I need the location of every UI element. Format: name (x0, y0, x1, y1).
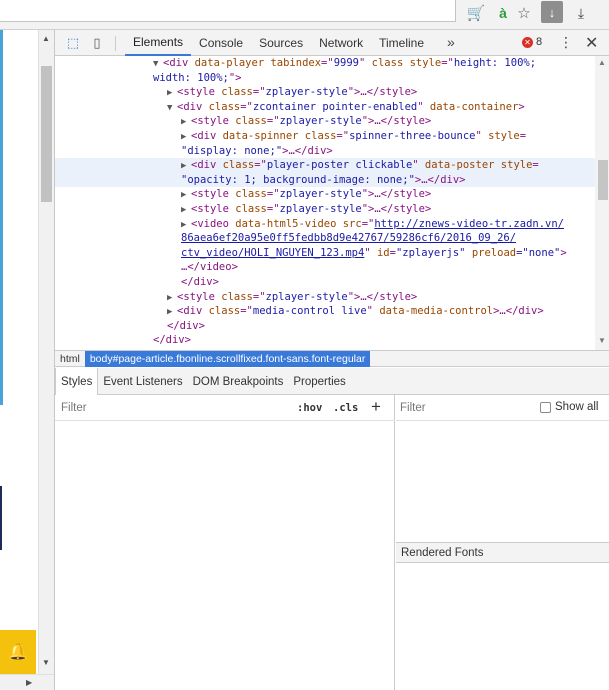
web-page-content: 🔔 (0, 30, 38, 690)
tree-node[interactable]: ▶ <video data-html5-video src="http://zne… (181, 217, 609, 233)
browser-toolbar: 🛒 à ☆ ↓ ⤓ (0, 0, 609, 30)
page-dark-line (0, 486, 2, 550)
computed-pane: Filter Show all Rendered Fonts (396, 395, 609, 690)
scroll-down-icon[interactable]: ▼ (42, 658, 50, 667)
toolbar-divider (115, 36, 116, 51)
page-scroll-thumb[interactable] (41, 66, 52, 202)
tab-console[interactable]: Console (191, 30, 251, 56)
tree-node[interactable]: ▶ <style class="zplayer-style">…</style> (181, 187, 609, 203)
collapse-triangle-icon[interactable]: ▼ (153, 57, 163, 72)
tree-node[interactable]: ▶ <style class="zplayer-style">…</style> (167, 290, 609, 306)
tab-timeline[interactable]: Timeline (371, 30, 432, 56)
aa-icon[interactable]: à (495, 3, 511, 23)
hover-state-button[interactable]: :hov (297, 402, 322, 414)
video-src-link[interactable]: http://znews-video-tr.zadn.vn/ (374, 218, 564, 230)
tree-node-highlighted[interactable]: ▶ <div class="player-poster clickable" da… (55, 158, 595, 174)
address-bar[interactable] (0, 0, 456, 22)
expand-triangle-icon[interactable]: ▶ (167, 291, 177, 306)
breadcrumb: html body#page-article.fbonline.scrollfi… (55, 350, 609, 367)
elements-tree[interactable]: ▼ <div data-player tabindex="9999" class … (55, 56, 609, 350)
tree-node-continuation: width: 100%;"> (153, 71, 242, 84)
tab-sources[interactable]: Sources (251, 30, 311, 56)
expand-triangle-icon[interactable]: ▶ (181, 159, 191, 174)
computed-filter-bar: Filter Show all (396, 395, 609, 421)
computed-filter-input[interactable]: Filter (400, 402, 426, 414)
elements-scrollbar[interactable]: ▲ ▼ (595, 56, 609, 350)
page-color-band (0, 30, 3, 405)
video-src-link[interactable]: ctv_video/HOLI_NGUYEN_123.mp4 (181, 247, 364, 259)
devtools-toolbar: ⬚ ▯ Elements Console Sources Network Tim… (55, 30, 609, 56)
class-toggle-button[interactable]: .cls (333, 402, 358, 414)
video-src-link[interactable]: 86aea6ef20a95e0ff5fedbb8d9e42767/59286cf… (181, 232, 516, 244)
tab-styles[interactable]: Styles (55, 368, 99, 395)
tree-node-continuation: ctv_video/HOLI_NGUYEN_123.mp4" id="zplay… (181, 246, 567, 259)
page-scrollbar[interactable]: ▲ ▼ (38, 30, 54, 690)
show-all-label: Show all (555, 401, 599, 413)
expand-triangle-icon[interactable]: ▶ (181, 203, 191, 218)
tab-elements[interactable]: Elements (125, 30, 192, 56)
sidebar-tabs: Styles Event Listeners DOM Breakpoints P… (55, 368, 609, 395)
tree-node[interactable]: ▶ <style class="zplayer-style">…</style> (181, 114, 609, 130)
tree-node-continuation: "opacity: 1; background-image: none;">…<… (55, 172, 595, 188)
tree-node-continuation: …</video> (181, 261, 238, 274)
close-icon[interactable]: ✕ (585, 33, 598, 53)
star-icon[interactable]: ☆ (515, 3, 533, 23)
show-all-checkbox[interactable]: Show all (540, 401, 598, 413)
device-toolbar-icon[interactable]: ▯ (89, 34, 105, 52)
devtools-tabs: Elements Console Sources Network Timelin… (125, 30, 432, 56)
tab-network[interactable]: Network (311, 30, 371, 56)
expand-triangle-icon[interactable]: ▶ (181, 218, 191, 233)
tree-node-continuation: 86aea6ef20a95e0ff5fedbb8d9e42767/59286cf… (181, 231, 609, 246)
tree-node-continuation: "display: none;">…</div> (181, 144, 333, 157)
kebab-menu-icon[interactable]: ⋮ (559, 34, 573, 51)
error-count: 8 (536, 36, 543, 48)
download-icon[interactable]: ⤓ (572, 3, 590, 23)
expand-triangle-icon[interactable]: ▶ (181, 188, 191, 203)
tab-properties[interactable]: Properties (288, 368, 350, 395)
tab-event-listeners[interactable]: Event Listeners (98, 368, 187, 395)
cart-icon[interactable]: 🛒 (466, 3, 486, 23)
expand-triangle-icon[interactable]: ▶ (181, 115, 191, 130)
tree-node-close: </div> (181, 276, 219, 288)
scroll-down-icon[interactable]: ▼ (598, 336, 606, 345)
styles-filter-input[interactable]: Filter (61, 402, 87, 414)
notification-bell-icon[interactable]: 🔔 (0, 630, 36, 674)
breadcrumb-body[interactable]: body#page-article.fbonline.scrollfixed.f… (84, 350, 371, 367)
inspect-element-icon[interactable]: ⬚ (65, 34, 81, 52)
rendered-fonts-header: Rendered Fonts (396, 542, 609, 563)
tab-dom-breakpoints[interactable]: DOM Breakpoints (188, 368, 289, 395)
error-icon: ✕ (522, 36, 533, 48)
breadcrumb-html[interactable]: html (55, 351, 85, 367)
tree-node[interactable]: ▶ <style class="zplayer-style">…</style> (181, 202, 609, 218)
scroll-right-icon[interactable]: ▶ (26, 678, 32, 687)
tree-node-close: </div> (167, 319, 205, 332)
tree-node[interactable]: ▶ <div data-spinner class="spinner-three-… (181, 129, 609, 145)
scroll-up-icon[interactable]: ▲ (42, 34, 50, 43)
scroll-up-icon[interactable]: ▲ (598, 58, 606, 67)
new-style-rule-button[interactable]: + (371, 397, 381, 417)
styles-filter-bar: Filter :hov .cls + (55, 395, 395, 421)
error-counter[interactable]: ✕ 8 (522, 36, 542, 48)
expand-triangle-icon[interactable]: ▶ (167, 305, 177, 320)
more-tabs-icon[interactable]: » (447, 34, 455, 50)
tree-node[interactable]: ▶ <style class="zplayer-style">…</style> (167, 85, 609, 101)
page-horizontal-scrollbar[interactable]: ▶ (0, 674, 54, 690)
download-active-icon[interactable]: ↓ (541, 1, 563, 23)
tree-node[interactable]: ▶ <div class="media-control live" data-me… (167, 304, 609, 320)
collapse-triangle-icon[interactable]: ▼ (167, 101, 177, 116)
styles-pane: Filter :hov .cls + (55, 395, 395, 690)
expand-triangle-icon[interactable]: ▶ (167, 86, 177, 101)
checkbox-icon[interactable] (540, 401, 551, 413)
tree-node[interactable]: ▼ <div class="zcontainer pointer-enabled"… (167, 100, 609, 116)
elements-scroll-thumb[interactable] (598, 160, 608, 200)
devtools-panel: ⬚ ▯ Elements Console Sources Network Tim… (54, 30, 609, 690)
tree-node[interactable]: ▼ <div data-player tabindex="9999" class … (153, 56, 609, 72)
tree-node-close: </div> (153, 334, 191, 347)
expand-triangle-icon[interactable]: ▶ (181, 130, 191, 145)
